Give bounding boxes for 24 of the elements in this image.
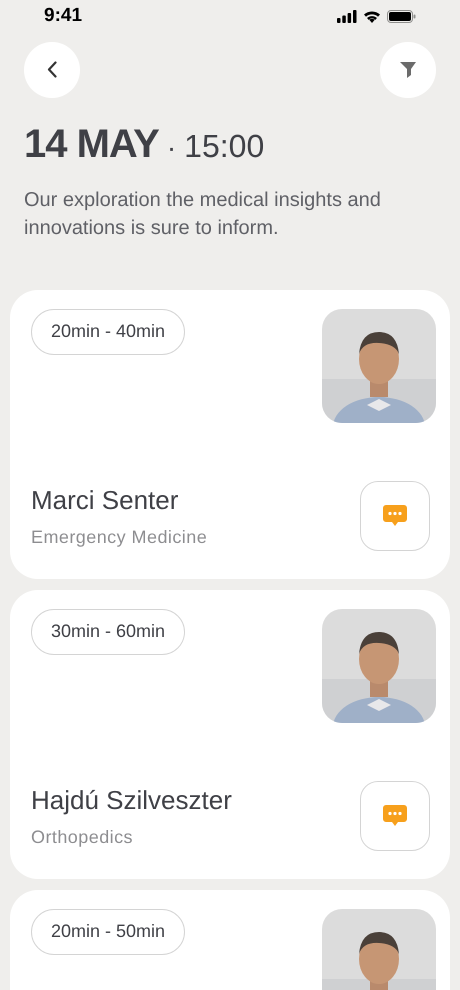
time-title: 15:00 <box>184 126 264 166</box>
chat-button[interactable] <box>360 480 430 550</box>
wifi-icon <box>363 10 381 23</box>
doctor-name: Hajdú Szilveszter <box>31 784 232 816</box>
chat-button[interactable] <box>360 780 430 850</box>
separator-dot: · <box>166 130 176 164</box>
doctor-card[interactable]: 30min - 60min Hajdú Szilveszter Orthopedics <box>10 590 450 878</box>
doctor-name: Marci Senter <box>31 484 180 516</box>
duration-tag: 20min - 40min <box>31 308 186 354</box>
status-time: 9:41 <box>44 4 82 28</box>
date-title: 14 MAY <box>24 120 159 168</box>
duration-tag: 20min - 50min <box>31 908 186 954</box>
specialty: Orthopedics <box>31 826 134 849</box>
duration-tag: 30min - 60min <box>31 608 186 654</box>
specialty: Emergency Medicine <box>31 526 208 549</box>
doctor-card[interactable]: 20min - 50min <box>10 890 450 990</box>
doctor-card[interactable]: 20min - 40min Marci Senter Emergency Medicine <box>10 290 450 578</box>
chat-icon <box>382 804 408 828</box>
signal-icon <box>337 10 357 23</box>
description: Our exploration the medical insights and innovations is sure to inform. <box>23 188 382 240</box>
chat-icon <box>382 504 408 528</box>
filter-icon <box>399 61 417 78</box>
back-icon <box>47 61 57 78</box>
battery-icon <box>387 10 416 23</box>
